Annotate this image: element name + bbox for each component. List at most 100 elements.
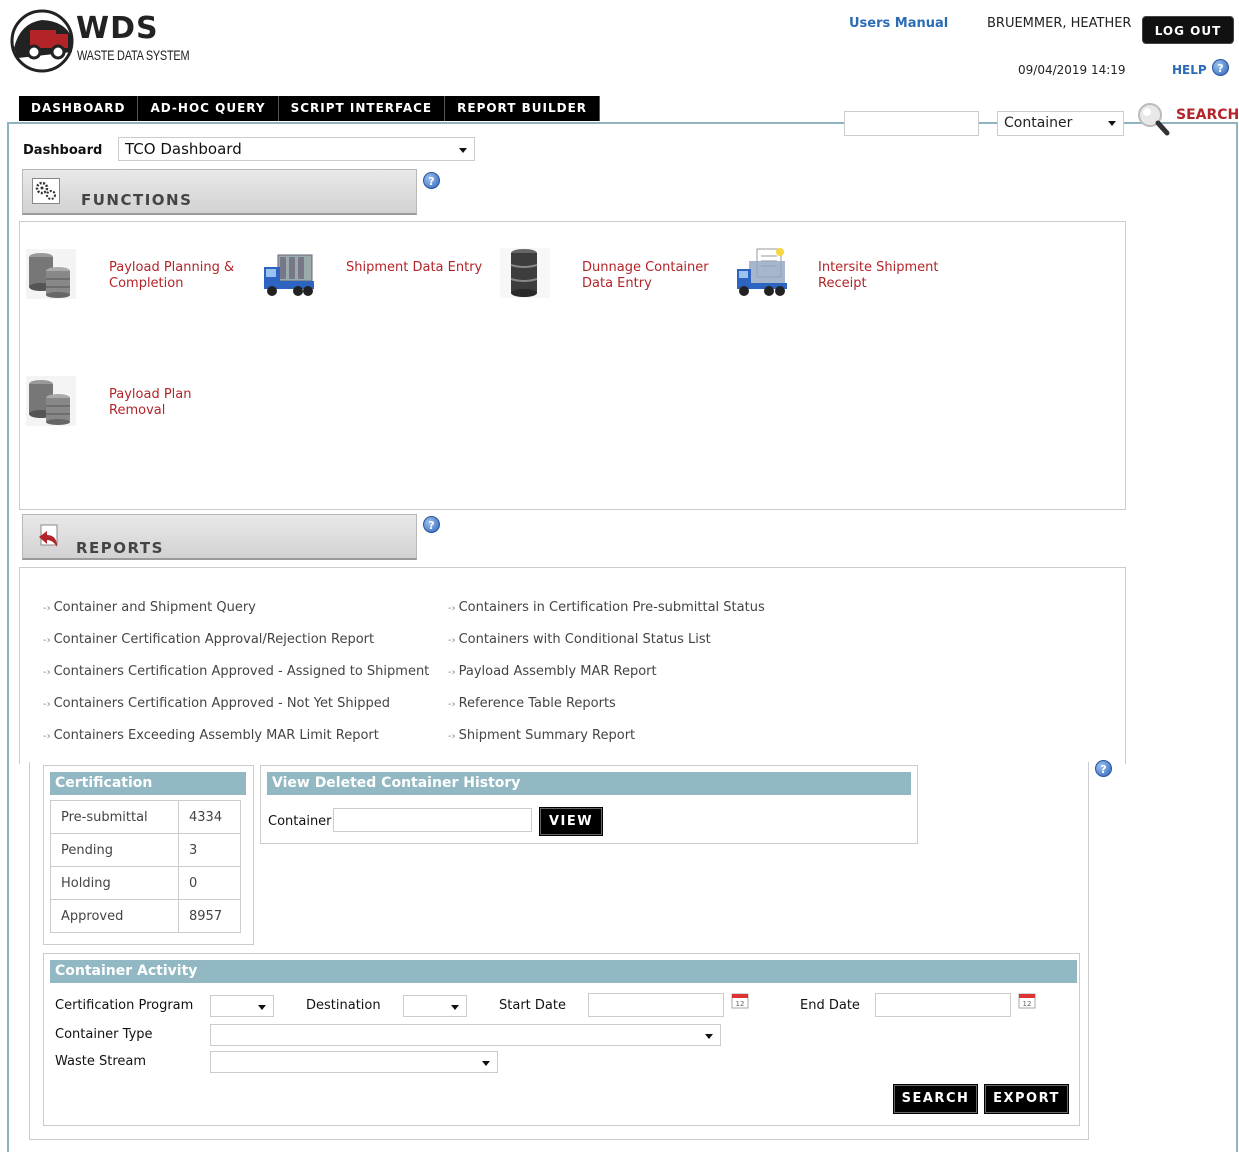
cert-value[interactable]: 0 [178,866,241,900]
end-date-input[interactable] [875,993,1011,1017]
arrow-right-icon: -› [448,731,456,742]
search-link[interactable]: SEARCH [1176,107,1239,123]
waste-stream-label: Waste Stream [55,1054,147,1069]
chevron-down-icon [705,1034,713,1039]
dashboard-select[interactable]: TCO Dashboard [118,137,475,161]
svg-text:12: 12 [1023,1000,1032,1008]
arrow-right-icon: -› [448,603,456,614]
deleted-history-title: View Deleted Container History [267,772,911,795]
container-type-label: Container Type [55,1027,153,1042]
chevron-down-icon [258,1005,266,1010]
truck-document-icon[interactable] [735,247,787,299]
chevron-down-icon [451,1005,459,1010]
container-type-select[interactable] [210,1024,721,1046]
function-shipment-data-entry[interactable]: Shipment Data Entry [346,260,482,276]
arrow-right-icon: -› [43,731,51,742]
start-date-input[interactable] [588,993,724,1017]
truck-icon[interactable] [262,247,314,299]
users-manual-link[interactable]: Users Manual [849,16,948,31]
search-input[interactable] [844,111,979,136]
function-label-line2: Removal [109,403,166,418]
barrel-icon[interactable] [499,247,551,299]
dashboard-label: Dashboard [23,143,103,158]
report-link[interactable]: -› Containers with Conditional Status Lis… [448,632,711,647]
table-row: Approved 8957 [50,899,241,933]
report-link[interactable]: -› Container Certification Approval/Rejec… [43,632,374,647]
help-link[interactable]: HELP [1172,63,1207,77]
report-link[interactable]: -› Containers Certification Approved - As… [43,664,429,679]
gears-icon [32,178,60,204]
report-link[interactable]: -› Container and Shipment Query [43,600,256,615]
calendar-icon[interactable]: 12 [731,993,749,1009]
function-label-line2: Completion [109,276,184,291]
cert-label: Approved [50,899,179,933]
magnifier-icon[interactable] [1135,102,1175,142]
cert-value[interactable]: 3 [178,833,241,867]
report-link-label: Containers Exceeding Assembly MAR Limit … [53,728,379,743]
report-link-label: Containers Certification Approved - Not … [53,696,391,711]
cert-label: Pre-submittal [50,800,179,834]
function-label-line1: Dunnage Container [582,260,709,275]
report-link-label: Shipment Summary Report [458,728,636,743]
arrow-right-icon: -› [43,603,51,614]
help-icon[interactable]: ? [1212,59,1229,76]
view-button[interactable]: VIEW [539,807,603,836]
chevron-down-icon [1108,121,1116,126]
function-label-line2: Data Entry [582,276,652,291]
waste-stream-select[interactable] [210,1051,498,1073]
drums-icon[interactable] [24,247,76,299]
report-link[interactable]: -› Containers Certification Approved - No… [43,696,390,711]
destination-select[interactable] [403,995,467,1017]
arrow-right-icon: -› [448,635,456,646]
report-link[interactable]: -› Reference Table Reports [448,696,616,711]
arrow-right-icon: -› [43,667,51,678]
arrow-right-icon: -› [43,699,51,710]
cert-program-select[interactable] [210,995,274,1017]
report-link[interactable]: -› Shipment Summary Report [448,728,635,743]
function-payload-plan-removal[interactable]: Payload Plan Removal [109,387,192,419]
main-nav: DASHBOARD AD-HOC QUERY SCRIPT INTERFACE … [19,96,601,121]
nav-report-builder[interactable]: REPORT BUILDER [445,96,601,121]
nav-adhoc-query[interactable]: AD-HOC QUERY [138,96,279,121]
function-intersite-shipment[interactable]: Intersite Shipment Receipt [818,260,938,292]
calendar-icon[interactable]: 12 [1018,993,1036,1009]
dashboard-select-value: TCO Dashboard [125,140,242,158]
report-link[interactable]: -› Containers Exceeding Assembly MAR Limi… [43,728,379,743]
function-label-line1: Payload Plan [109,387,192,402]
logo-title: WDS [76,11,159,46]
report-link-label: Containers Certification Approved - Assi… [53,664,430,679]
report-link[interactable]: -› Containers in Certification Pre-submit… [448,600,765,615]
table-row: Pre-submittal 4334 [50,800,241,834]
end-date-label: End Date [800,998,860,1013]
logo-truck-icon [10,9,74,73]
reports-help-icon[interactable]: ? [423,516,440,533]
arrow-right-icon: -› [43,635,51,646]
arrow-right-icon: -› [448,667,456,678]
username: BRUEMMER, HEATHER [987,16,1132,31]
cert-value[interactable]: 4334 [178,800,241,834]
container-input[interactable] [333,808,532,832]
functions-help-icon[interactable]: ? [423,172,440,189]
search-type-select[interactable]: Container [997,111,1124,136]
drums-icon[interactable] [24,374,76,426]
certification-table: Pre-submittal 4334 Pending 3 Holding 0 A… [50,800,241,933]
report-link-label: Payload Assembly MAR Report [458,664,657,679]
cert-value[interactable]: 8957 [178,899,241,933]
report-link-label: Containers with Conditional Status List [458,632,711,647]
arrow-right-icon: -› [448,699,456,710]
cert-label: Pending [50,833,179,867]
function-payload-planning[interactable]: Payload Planning & Completion [109,260,234,292]
functions-title: FUNCTIONS [81,191,193,209]
widgets-help-icon[interactable]: ? [1095,760,1112,777]
report-link[interactable]: -› Payload Assembly MAR Report [448,664,657,679]
nav-dashboard[interactable]: DASHBOARD [19,96,139,121]
export-button[interactable]: EXPORT [984,1084,1069,1114]
report-link-label: Container and Shipment Query [53,600,256,615]
table-row: Pending 3 [50,833,241,867]
nav-script-interface[interactable]: SCRIPT INTERFACE [278,96,446,121]
search-button[interactable]: SEARCH [893,1084,978,1114]
function-dunnage-container[interactable]: Dunnage Container Data Entry [582,260,709,292]
logout-button[interactable]: LOG OUT [1142,16,1234,44]
report-link-label: Containers in Certification Pre-submitta… [458,600,765,615]
report-link-label: Container Certification Approval/Rejecti… [53,632,375,647]
